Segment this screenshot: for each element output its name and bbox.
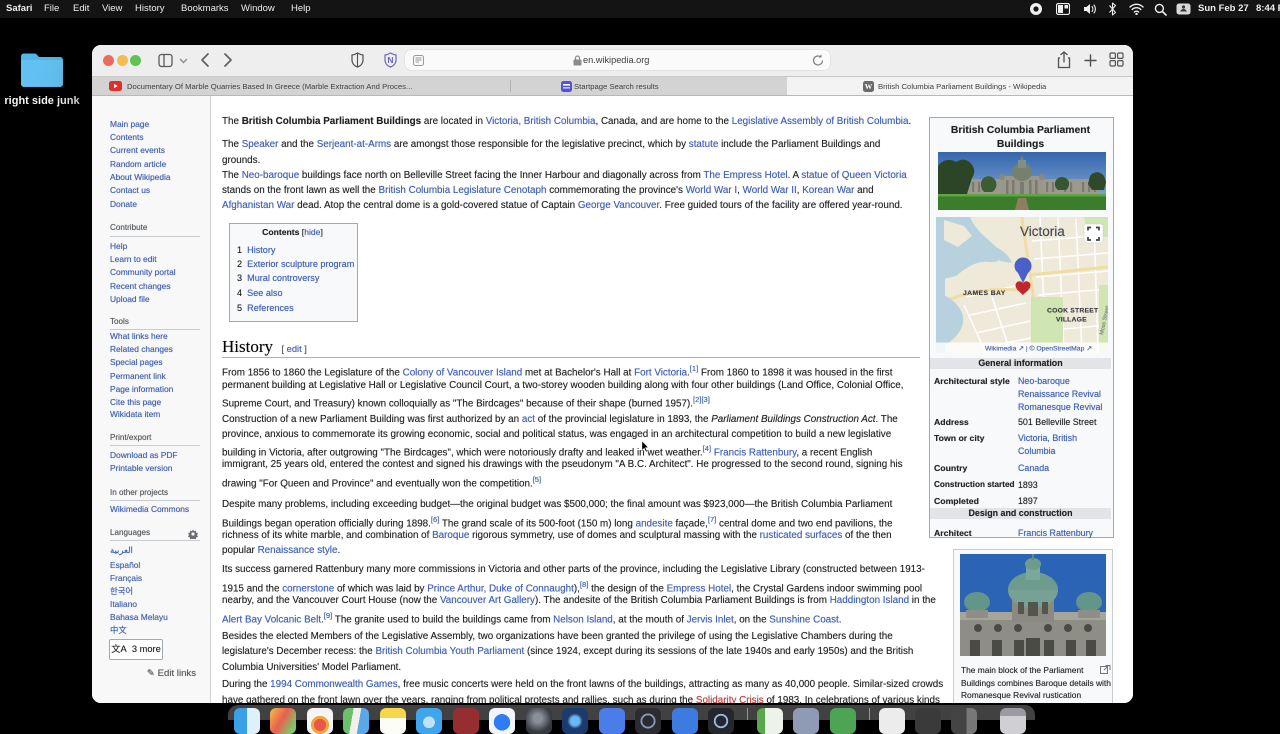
svg-text:N: N bbox=[387, 55, 393, 65]
svg-text:W: W bbox=[865, 82, 873, 91]
svg-text:JAMES BAY: JAMES BAY bbox=[963, 290, 1006, 297]
svg-text:VILLAGE: VILLAGE bbox=[1056, 317, 1087, 324]
svg-text:Victoria: Victoria bbox=[1020, 224, 1065, 239]
svg-text:Wikimedia ↗ | © OpenStreetMap: Wikimedia ↗ | © OpenStreetMap ↗ bbox=[985, 345, 1092, 353]
svg-text:COOK STREET: COOK STREET bbox=[1047, 308, 1099, 315]
